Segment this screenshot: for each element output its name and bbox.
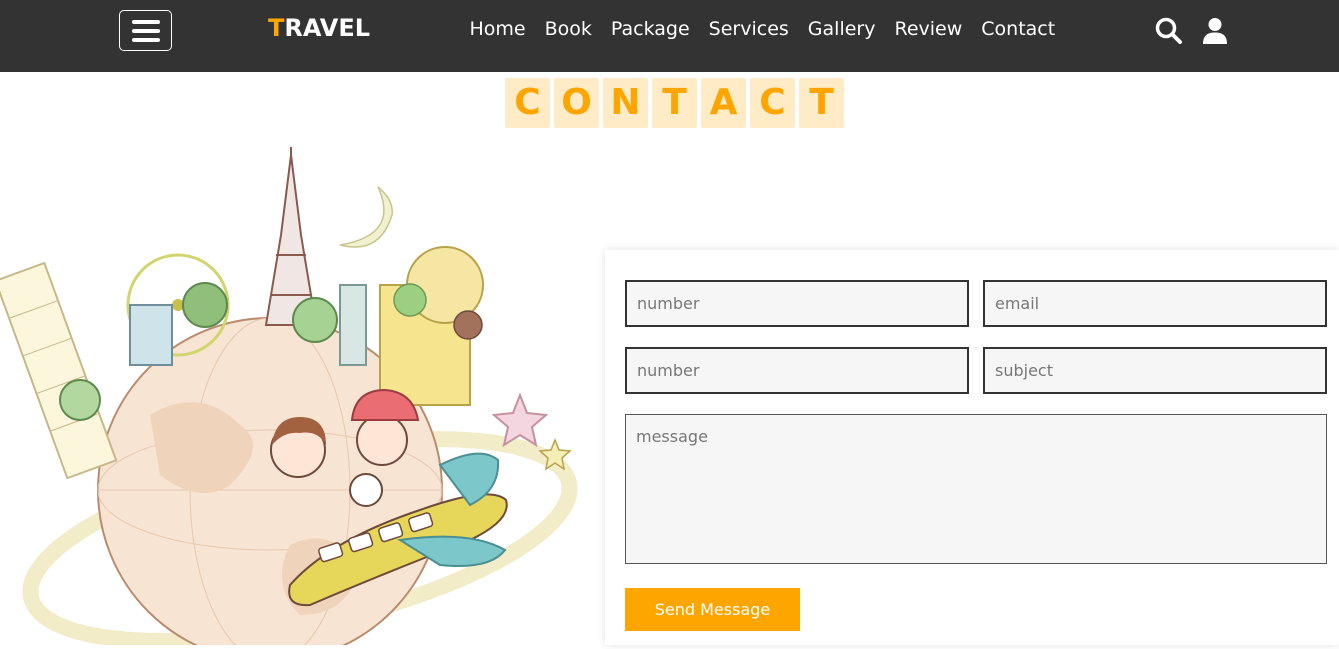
heading-letter: N (603, 78, 648, 128)
heading-letter: C (505, 78, 550, 128)
nav-contact[interactable]: Contact (981, 18, 1055, 40)
message-field[interactable] (625, 414, 1327, 564)
subject-field[interactable] (983, 347, 1327, 394)
nav-package[interactable]: Package (611, 18, 690, 40)
hamburger-icon-bar (131, 28, 160, 33)
nav-book[interactable]: Book (545, 18, 592, 40)
heading-letter: O (554, 78, 599, 128)
site-header: TRAVEL Home Book Package Services Galler… (0, 0, 1339, 72)
main-nav: Home Book Package Services Gallery Revie… (460, 18, 1065, 40)
heading-letter: C (750, 78, 795, 128)
nav-gallery[interactable]: Gallery (808, 18, 876, 40)
hamburger-icon-bar (131, 19, 160, 24)
heading-letter: A (701, 78, 746, 128)
logo-rest: RAVEL (284, 14, 371, 42)
nav-review[interactable]: Review (894, 18, 962, 40)
second-number-field[interactable] (625, 347, 969, 394)
nav-services[interactable]: Services (709, 18, 789, 40)
logo-first-letter: T (268, 14, 285, 42)
search-icon[interactable] (1154, 16, 1184, 46)
contact-form: Send Message (605, 250, 1339, 645)
number-field[interactable] (625, 280, 969, 327)
section-heading-contact: C O N T A C T (505, 78, 844, 128)
nav-home[interactable]: Home (470, 18, 526, 40)
site-logo[interactable]: TRAVEL (268, 14, 370, 42)
user-icon[interactable] (1200, 16, 1230, 46)
heading-letter: T (652, 78, 697, 128)
hamburger-icon-bar (131, 37, 160, 42)
hamburger-menu-button[interactable] (119, 10, 172, 51)
email-field[interactable] (983, 280, 1327, 327)
send-message-button[interactable]: Send Message (625, 588, 800, 631)
heading-letter: T (799, 78, 844, 128)
travel-illustration (0, 145, 600, 649)
